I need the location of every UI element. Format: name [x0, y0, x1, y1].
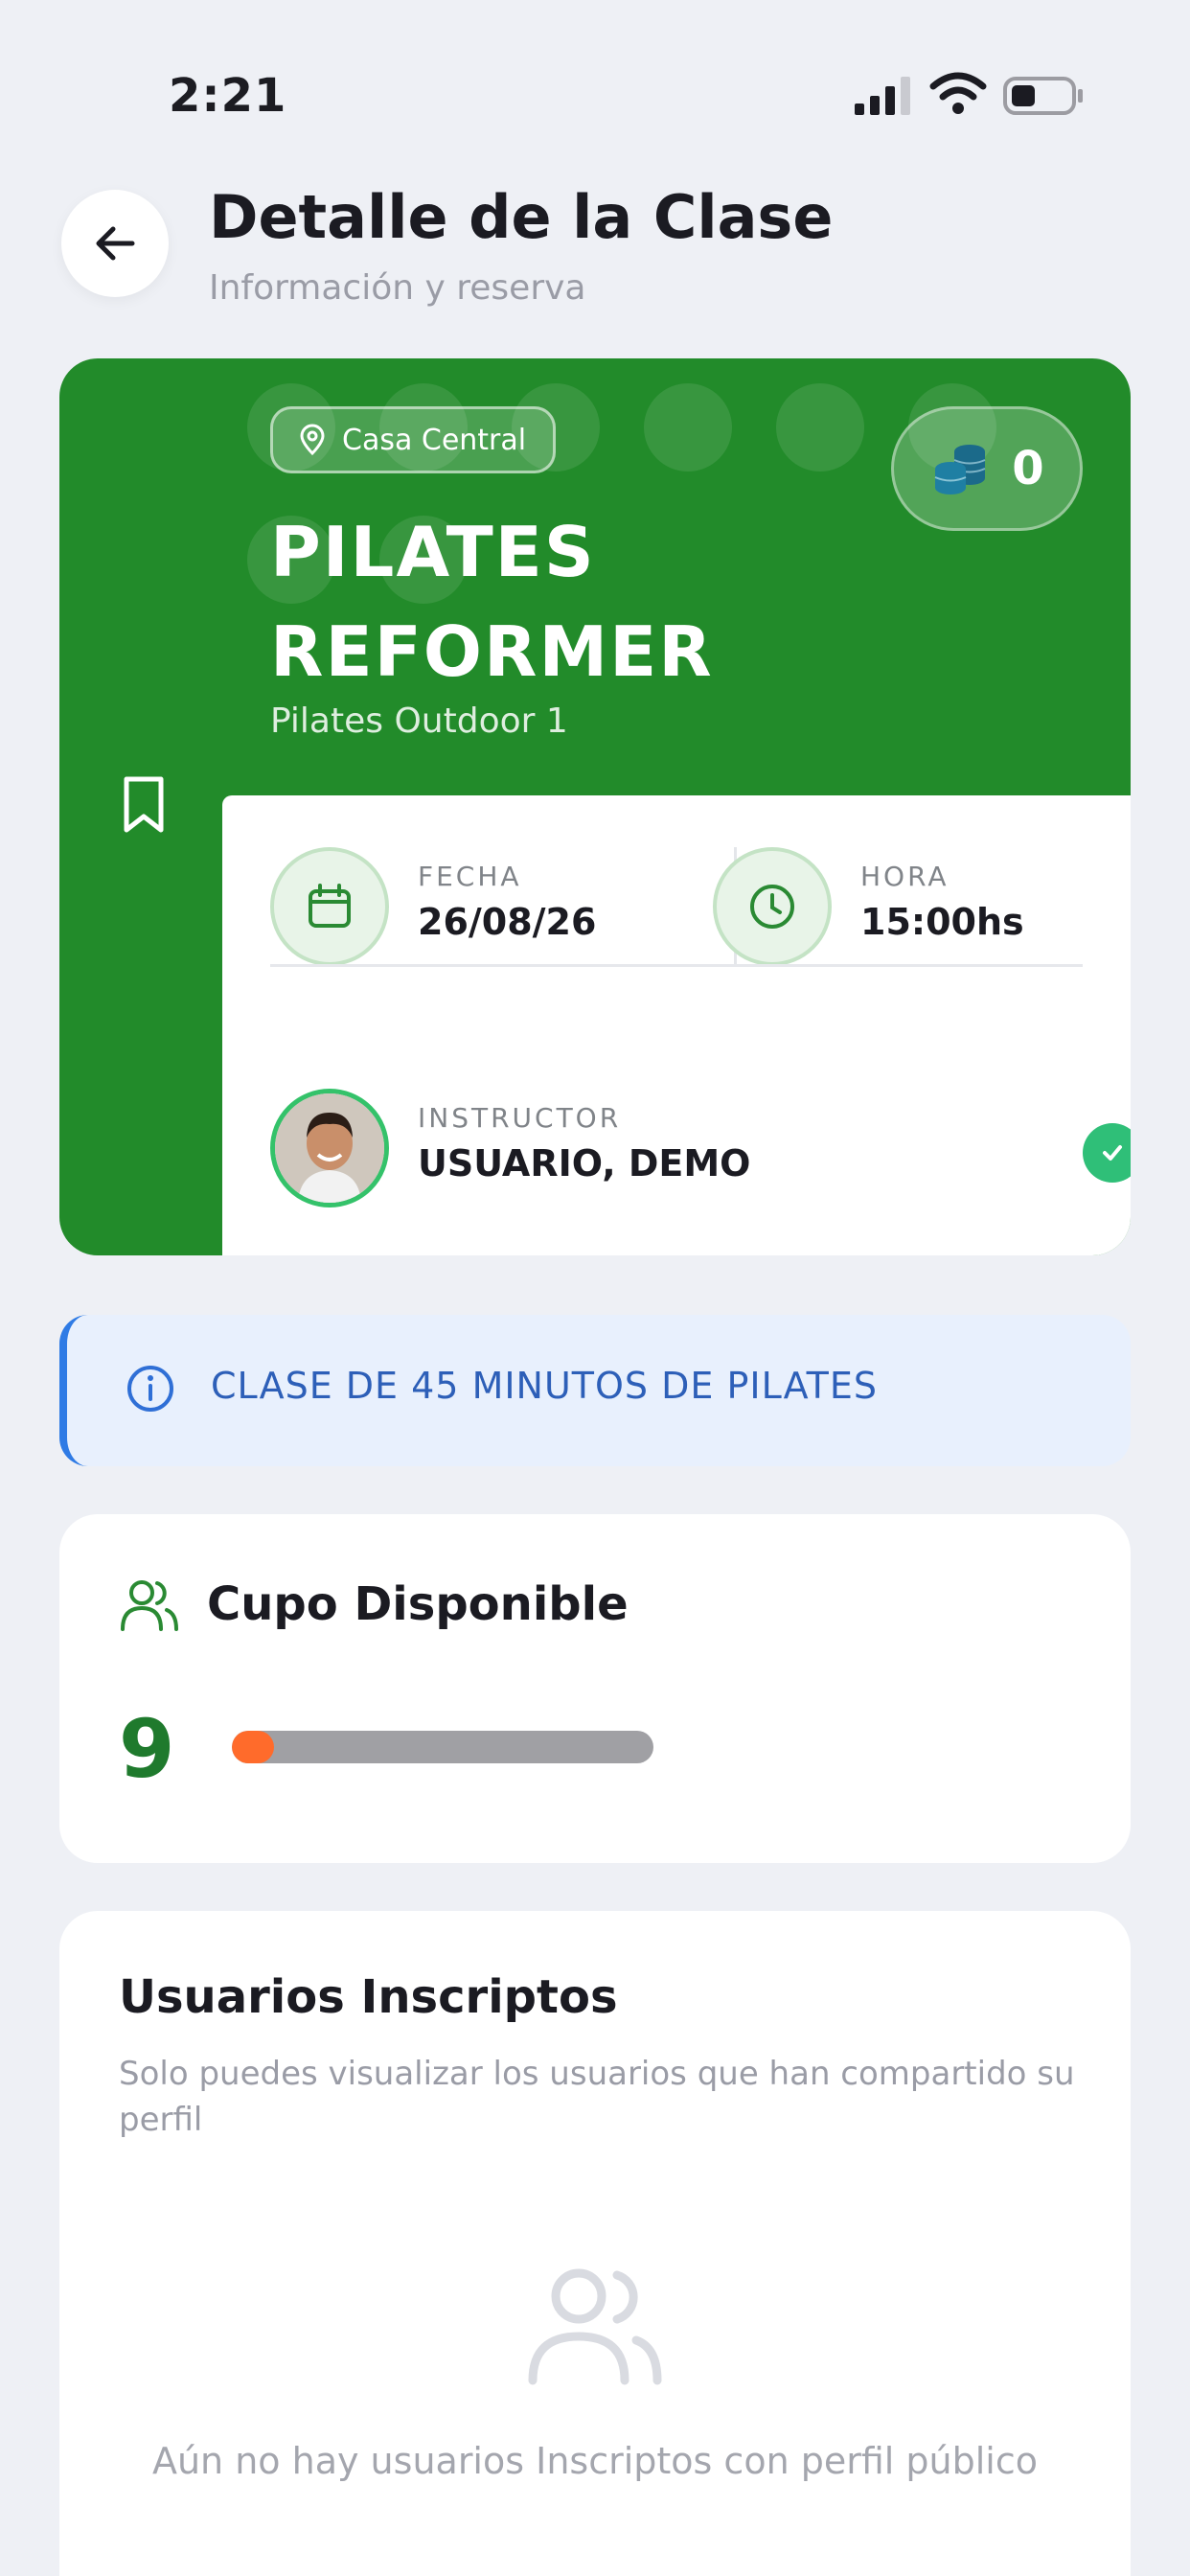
- class-name-line-1: PILATES: [270, 512, 596, 592]
- verified-badge: [1083, 1123, 1131, 1183]
- arrow-left-icon: [96, 226, 135, 261]
- capacity-title: Cupo Disponible: [207, 1577, 629, 1631]
- back-button[interactable]: [61, 190, 169, 297]
- users-icon: [121, 1580, 178, 1631]
- cellular-signal-icon: [855, 77, 910, 115]
- date-label: FECHA: [418, 861, 522, 892]
- wifi-icon: [929, 72, 987, 114]
- time-value: 15:00hs: [860, 901, 1024, 943]
- class-room: Pilates Outdoor 1: [270, 702, 568, 741]
- decorative-dot: [644, 383, 732, 472]
- class-card: Casa Central 0 PILATES REFORMER Pilates …: [59, 358, 1131, 1255]
- clock-icon: [750, 885, 794, 929]
- time-label: HORA: [860, 861, 950, 892]
- enrolled-note: Solo puedes visualizar los usuarios que …: [119, 2055, 1075, 2139]
- page-subtitle: Información y reserva: [209, 268, 586, 308]
- check-icon: [1103, 1145, 1122, 1161]
- date-value: 26/08/26: [418, 901, 597, 943]
- capacity-progress-fill: [232, 1731, 274, 1763]
- battery-icon: [1003, 77, 1083, 115]
- class-info-panel: FECHA 26/08/26 HORA 15:00hs INSTRUCTOR U…: [222, 795, 1131, 1255]
- location-label: Casa Central: [342, 423, 527, 457]
- description-text: CLASE DE 45 MINUTOS DE PILATES: [211, 1365, 879, 1407]
- enrolled-title: Usuarios Inscriptos: [119, 1970, 618, 2024]
- time-icon-wrap: [713, 847, 832, 966]
- info-icon: [127, 1366, 173, 1412]
- enrolled-empty-text: Aún no hay usuarios Inscriptos con perfi…: [151, 2440, 1039, 2482]
- section-divider: [270, 964, 1083, 967]
- credits-count: 0: [1012, 442, 1044, 495]
- class-name-line-2: REFORMER: [270, 611, 714, 692]
- capacity-available: 9: [119, 1702, 175, 1796]
- enrolled-users-card: Usuarios Inscriptos Solo puedes visualiz…: [59, 1911, 1131, 2576]
- description-banner: CLASE DE 45 MINUTOS DE PILATES: [59, 1315, 1131, 1466]
- class-name: PILATES REFORMER: [270, 502, 941, 702]
- calendar-icon: [309, 884, 351, 928]
- users-empty-icon: [528, 2268, 662, 2385]
- decorative-dot: [776, 383, 864, 472]
- instructor-photo: [275, 1093, 384, 1203]
- avatar[interactable]: [270, 1089, 389, 1208]
- instructor-label: INSTRUCTOR: [418, 1102, 622, 1134]
- map-pin-icon: [300, 424, 325, 456]
- status-time: 2:21: [169, 69, 287, 123]
- date-icon-wrap: [270, 847, 389, 966]
- bookmark-icon[interactable]: [117, 774, 171, 836]
- instructor-name: USUARIO, DEMO: [418, 1142, 751, 1184]
- location-chip: Casa Central: [270, 406, 557, 473]
- capacity-progress-bar: [232, 1731, 653, 1763]
- status-bar: 2:21: [0, 0, 1190, 192]
- page-title: Detalle de la Clase: [209, 182, 834, 252]
- coins-icon: [934, 445, 986, 494]
- capacity-card: Cupo Disponible 9: [59, 1514, 1131, 1863]
